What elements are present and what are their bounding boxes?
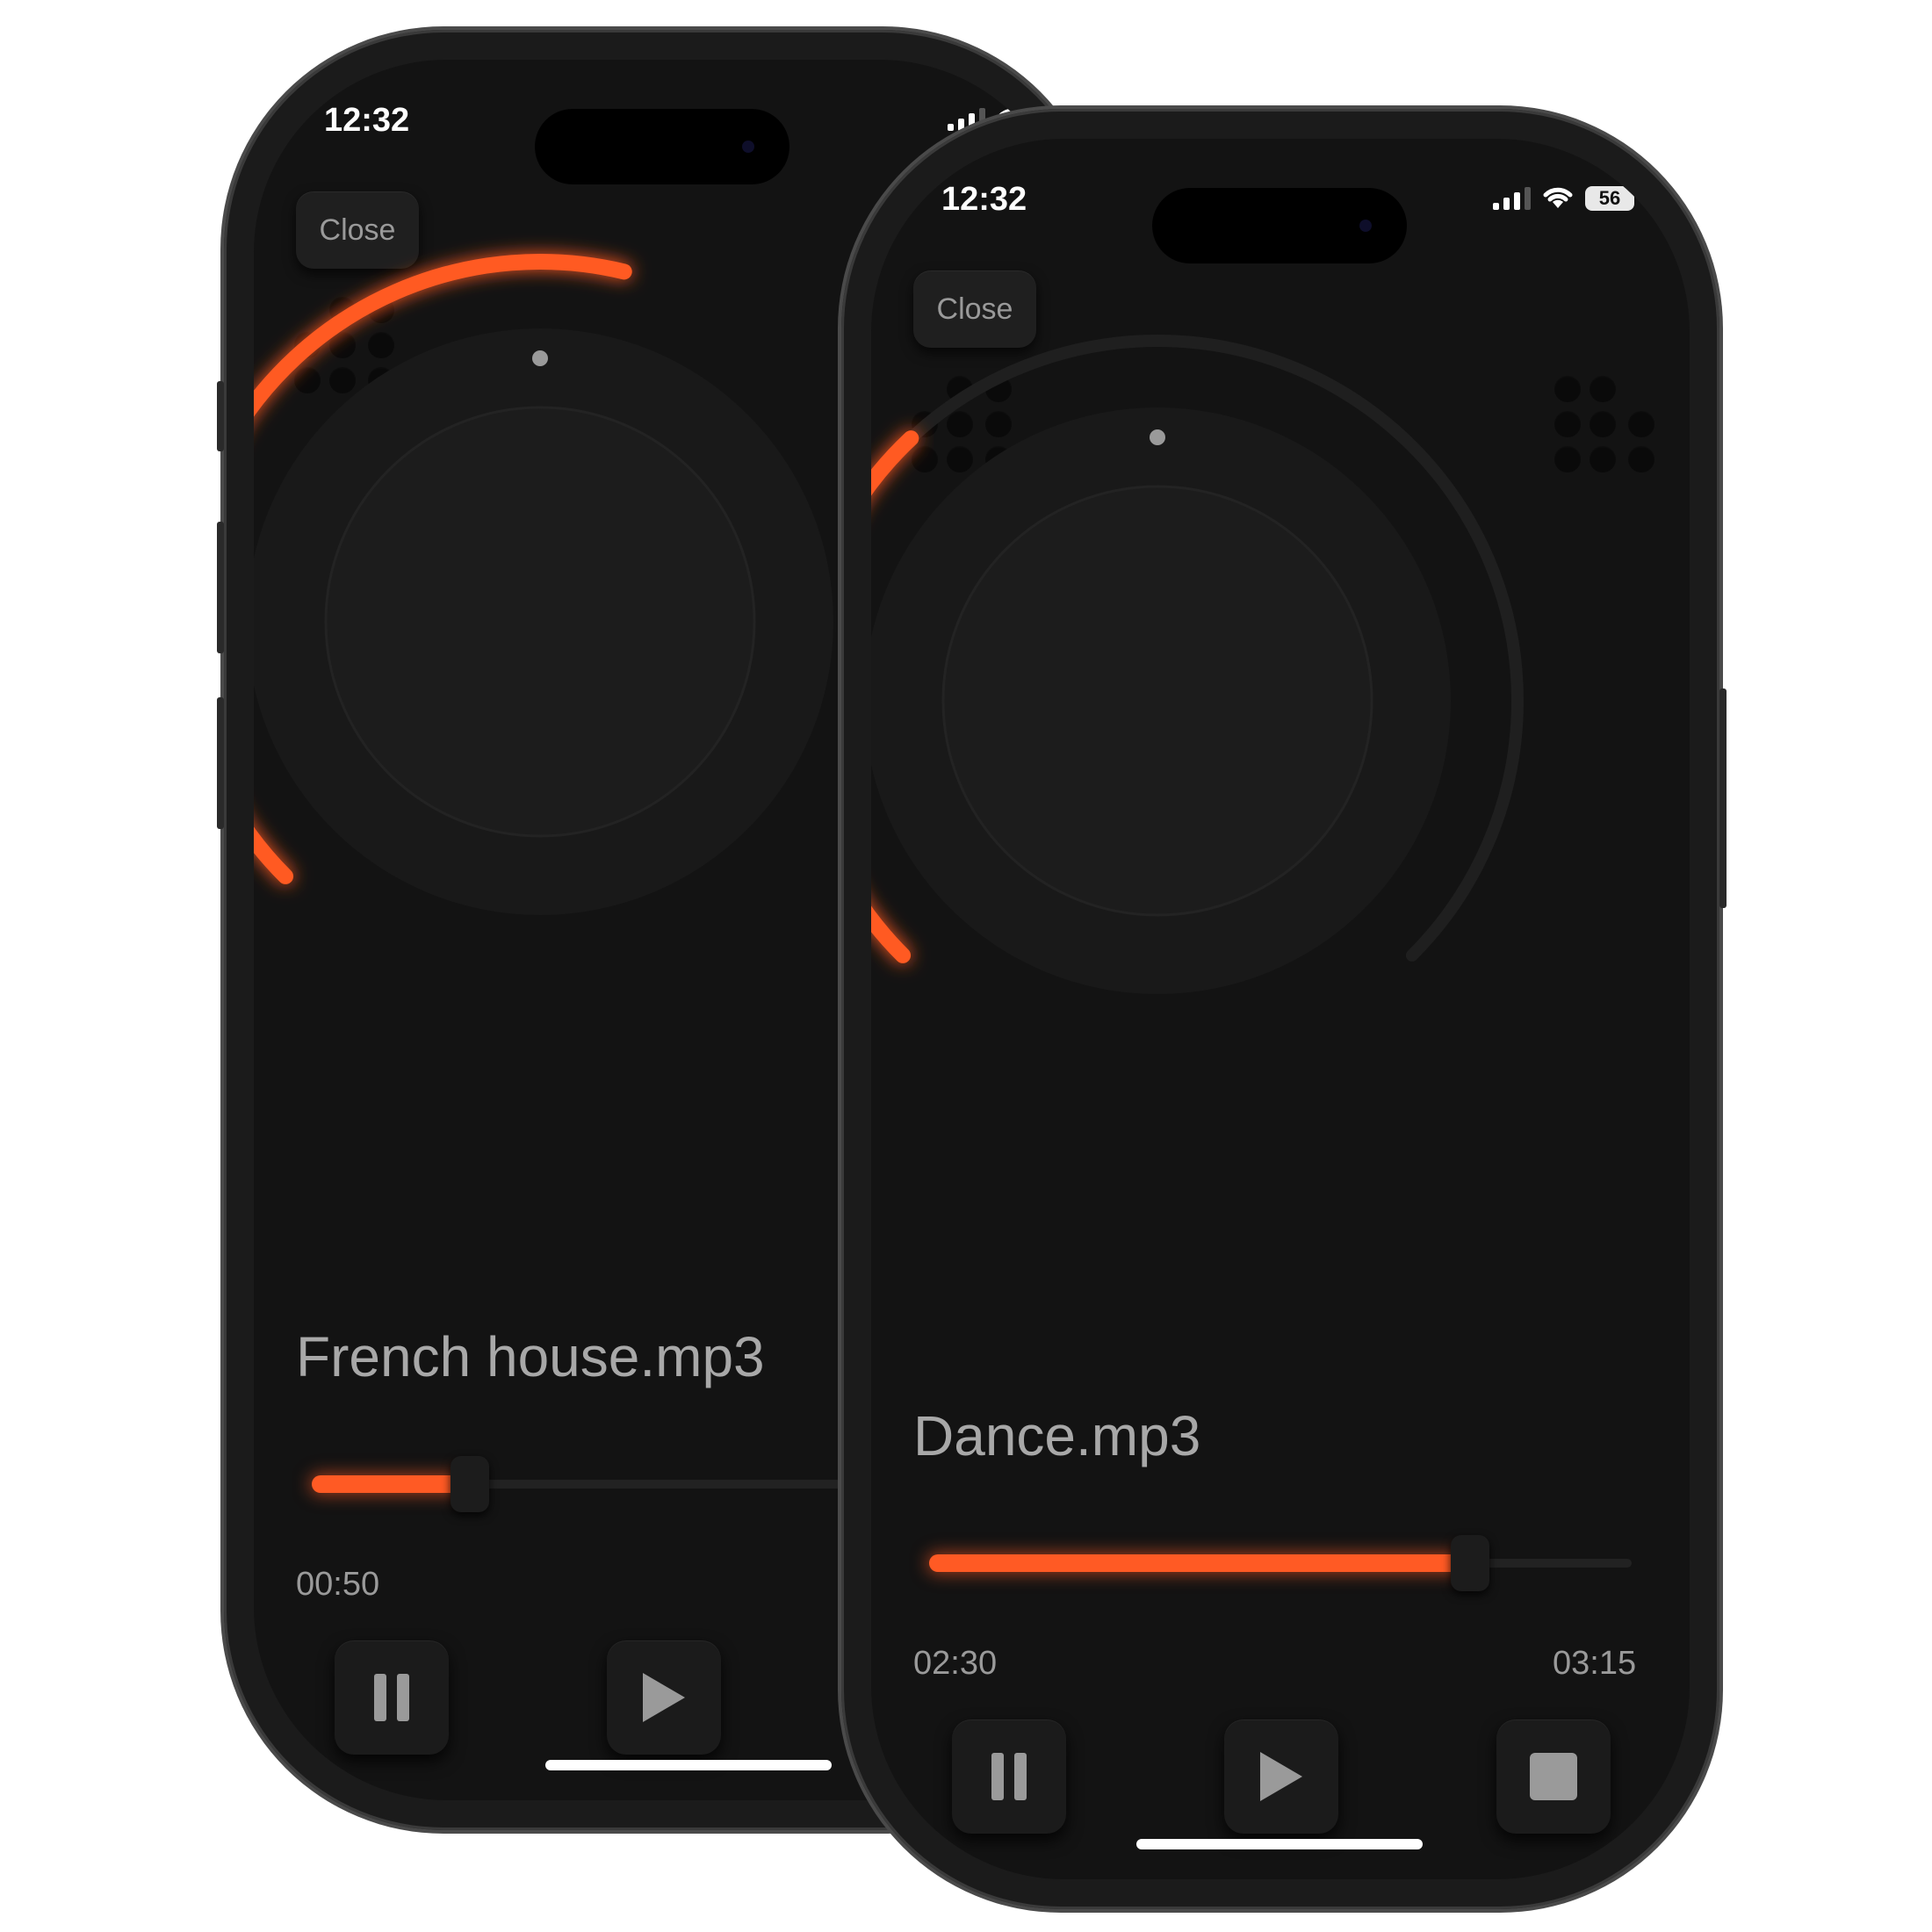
volume-down-button xyxy=(217,697,224,829)
progress-fill xyxy=(312,1475,470,1493)
play-button[interactable] xyxy=(1224,1719,1338,1834)
screen: 12:32 56 Close Dance.mp3 02:30 03:15 xyxy=(871,139,1690,1879)
play-icon xyxy=(643,1673,685,1722)
phone-front: 12:32 56 Close Dance.mp3 02:30 03:15 xyxy=(841,109,1727,1909)
knob-face xyxy=(941,485,1373,917)
elapsed-time: 02:30 xyxy=(913,1645,998,1682)
track-title: Dance.mp3 xyxy=(913,1404,1201,1467)
play-icon xyxy=(1260,1752,1302,1801)
stop-icon xyxy=(1530,1753,1577,1800)
stop-button[interactable] xyxy=(1496,1719,1611,1834)
knob-indicator-dot xyxy=(532,350,548,366)
progress-fill xyxy=(929,1554,1470,1572)
home-indicator[interactable] xyxy=(1136,1839,1423,1849)
pause-button[interactable] xyxy=(952,1719,1066,1834)
total-time: 03:15 xyxy=(1553,1645,1637,1682)
progress-thumb[interactable] xyxy=(451,1456,489,1512)
pause-button[interactable] xyxy=(335,1640,449,1755)
elapsed-time: 00:50 xyxy=(296,1566,380,1603)
side-button xyxy=(217,381,224,451)
home-indicator[interactable] xyxy=(545,1760,832,1770)
progress-thumb[interactable] xyxy=(1451,1535,1489,1591)
pause-icon xyxy=(991,1753,1027,1800)
progress-slider[interactable] xyxy=(929,1535,1632,1591)
volume-knob[interactable] xyxy=(871,139,1690,1879)
power-button xyxy=(1719,688,1727,908)
knob-face xyxy=(324,406,756,838)
pause-icon xyxy=(374,1674,409,1721)
track-title: French house.mp3 xyxy=(296,1325,765,1388)
play-button[interactable] xyxy=(607,1640,721,1755)
knob-indicator-dot xyxy=(1150,429,1165,445)
volume-up-button xyxy=(217,522,224,653)
